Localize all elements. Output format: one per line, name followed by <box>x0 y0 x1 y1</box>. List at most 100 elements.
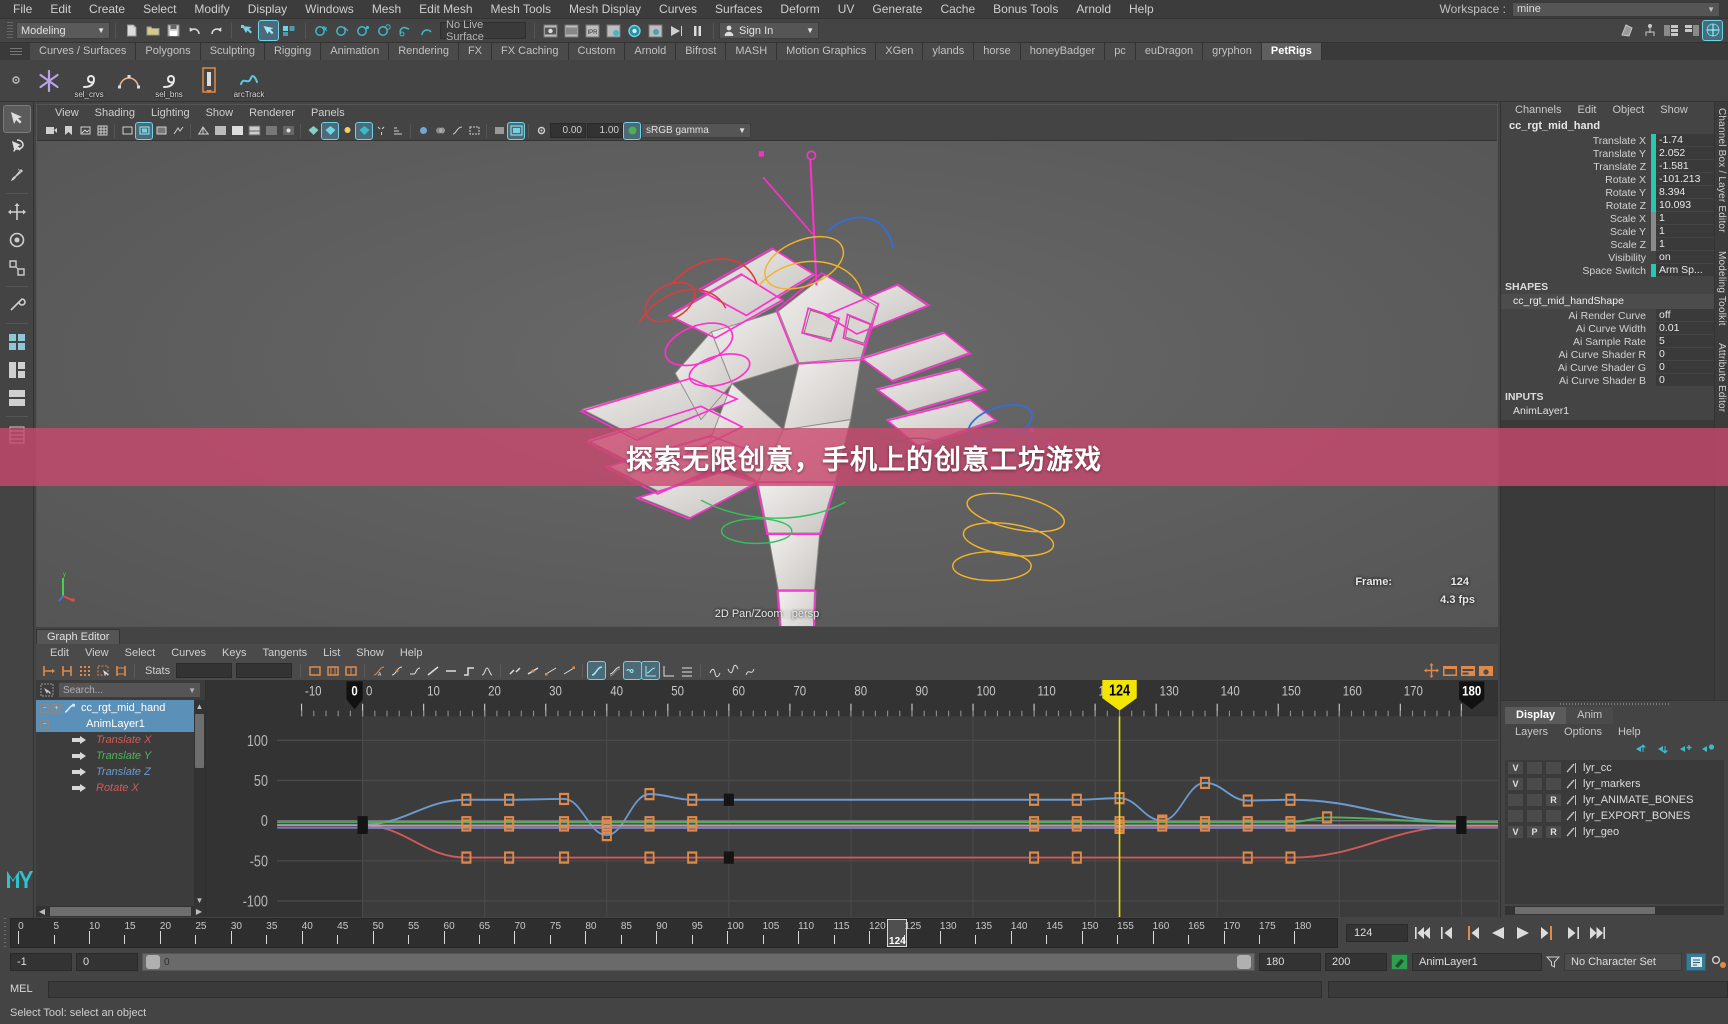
shelf-tab-horse[interactable]: horse <box>974 43 1021 60</box>
channel-box-shape-node[interactable]: cc_rgt_mid_handShape <box>1501 294 1714 309</box>
expand-icon[interactable]: + <box>52 703 61 713</box>
ge-camera-icon[interactable] <box>1477 662 1494 679</box>
layer-visibility-toggle[interactable] <box>1507 793 1524 807</box>
ge-menu-show[interactable]: Show <box>348 647 392 659</box>
channel-value[interactable]: off <box>1656 309 1714 322</box>
menu-create[interactable]: Create <box>80 0 134 19</box>
channel-value[interactable]: 10.093 <box>1656 199 1714 212</box>
film-gate-icon[interactable] <box>119 123 135 139</box>
command-output-field[interactable] <box>1328 980 1728 998</box>
rotate-tool-button[interactable] <box>4 227 30 253</box>
ge-move-tool-icon[interactable] <box>1423 662 1440 679</box>
animation-preferences-gear-icon[interactable] <box>1710 954 1728 970</box>
channel-value[interactable]: 2.052 <box>1656 147 1714 160</box>
use-default-material-icon[interactable] <box>305 123 321 139</box>
lighting-icon[interactable] <box>339 123 355 139</box>
vtab-attribute-editor[interactable]: Attribute Editor <box>1716 343 1727 412</box>
anim-end-field[interactable]: 180 <box>1259 953 1321 971</box>
outliner-vertical-scrollbar[interactable]: ▲ ▼ <box>194 700 205 906</box>
move-layer-down-icon[interactable] <box>1658 743 1672 755</box>
workspace-select[interactable]: mine ▼ <box>1512 1 1720 17</box>
gamma-value-field[interactable]: 1.00 <box>587 123 623 138</box>
shelf-button-star[interactable] <box>30 62 68 100</box>
ge-menu-tangents[interactable]: Tangents <box>255 647 316 659</box>
tree-row-object[interactable]: − + cc_rgt_mid_hand <box>36 700 205 716</box>
toolbar-grip[interactable] <box>7 21 13 40</box>
menu-select[interactable]: Select <box>134 0 185 19</box>
shelf-button-arc[interactable] <box>110 62 148 100</box>
layer-menu-layers[interactable]: Layers <box>1507 726 1556 738</box>
channel-value[interactable]: 1 <box>1656 225 1714 238</box>
layer-name[interactable]: lyr_markers <box>1580 778 1640 790</box>
layer-name[interactable]: lyr_geo <box>1580 826 1619 838</box>
channel-row[interactable]: Visibility on <box>1501 251 1714 264</box>
unify-tangents-icon[interactable] <box>524 662 541 679</box>
snap-magnet-icon[interactable] <box>417 21 436 40</box>
layer-reference-toggle[interactable]: R <box>1545 825 1562 839</box>
new-layer-from-selected-icon[interactable] <box>1702 743 1716 755</box>
channel-row[interactable]: Rotate X -101.213 <box>1501 173 1714 186</box>
textured-icon[interactable] <box>321 121 339 140</box>
bookmark-icon[interactable] <box>60 123 76 139</box>
gamma-correct-icon[interactable] <box>449 123 465 139</box>
channel-row[interactable]: Scale X 1 <box>1501 212 1714 225</box>
collapse-icon[interactable]: − <box>40 703 49 713</box>
shelf-tab-gryphon[interactable]: gryphon <box>1203 43 1262 60</box>
channel-row[interactable]: Ai Curve Shader R 0 <box>1501 348 1714 361</box>
gate-mask-icon[interactable] <box>153 123 169 139</box>
go-to-start-button[interactable] <box>1412 923 1433 943</box>
step-tangent-icon[interactable] <box>460 662 477 679</box>
last-tool-button[interactable] <box>4 292 30 318</box>
normalized-curve-display-icon[interactable] <box>641 661 661 680</box>
layer-color-swatch[interactable] <box>1564 777 1578 791</box>
motion-blur-icon[interactable] <box>390 123 406 139</box>
layer-color-swatch[interactable] <box>1564 825 1578 839</box>
menu-edit-mesh[interactable]: Edit Mesh <box>410 0 481 19</box>
ge-menu-select[interactable]: Select <box>117 647 164 659</box>
shaded-icon[interactable] <box>212 123 228 139</box>
display-layer-list[interactable]: V lyr_cc V lyr_markers R lyr_ANIMATE_BON… <box>1505 760 1724 904</box>
center-current-time-icon[interactable] <box>342 662 359 679</box>
layer-row[interactable]: V lyr_markers <box>1505 776 1724 792</box>
show-hide-attribute-editor-icon[interactable] <box>1661 21 1680 40</box>
layer-name[interactable]: lyr_ANIMATE_BONES <box>1580 794 1693 806</box>
scroll-down-icon[interactable]: ▼ <box>194 894 205 906</box>
infinity-toggle-icon[interactable] <box>623 661 643 680</box>
clamped-tangent-icon[interactable] <box>406 662 423 679</box>
scrollbar-thumb[interactable] <box>50 907 191 916</box>
layer-tab-display[interactable]: Display <box>1505 707 1567 724</box>
shelf-tab-honeybadger[interactable]: honeyBadger <box>1020 43 1106 60</box>
range-right-handle[interactable] <box>1237 955 1251 969</box>
next-key-button[interactable] <box>1537 923 1558 943</box>
lock-tangent-weight-icon[interactable] <box>560 662 577 679</box>
channel-row[interactable]: Ai Curve Shader G 0 <box>1501 361 1714 374</box>
layer-reference-toggle[interactable] <box>1545 761 1562 775</box>
menu-curves[interactable]: Curves <box>650 0 706 19</box>
color-management-icon[interactable] <box>623 121 641 140</box>
select-camera-icon[interactable] <box>43 123 59 139</box>
ge-menu-view[interactable]: View <box>77 647 117 659</box>
render-settings-icon[interactable] <box>604 21 623 40</box>
layer-visibility-toggle[interactable]: V <box>1507 761 1524 775</box>
shelf-tab-polygons[interactable]: Polygons <box>136 43 201 60</box>
ge-menu-keys[interactable]: Keys <box>214 647 254 659</box>
tree-row-animlayer[interactable]: − AnimLayer1 <box>36 716 205 732</box>
pause-icon[interactable] <box>688 21 707 40</box>
channel-value[interactable]: -101.213 <box>1656 173 1714 186</box>
scroll-up-icon[interactable]: ▲ <box>194 700 205 712</box>
layer-row[interactable]: R lyr_ANIMATE_BONES <box>1505 792 1724 808</box>
buffer-curve-snapshot-icon[interactable] <box>587 661 607 680</box>
swap-buffer-curve-icon[interactable] <box>606 662 623 679</box>
ge-menu-curves[interactable]: Curves <box>163 647 214 659</box>
shadows-icon[interactable] <box>355 121 373 140</box>
channel-row[interactable]: Ai Render Curve off <box>1501 309 1714 322</box>
play-forwards-button[interactable] <box>1512 923 1533 943</box>
select-by-object-icon[interactable] <box>258 20 279 41</box>
isolate-select-icon[interactable] <box>466 123 482 139</box>
exposure-gamma-toggle-icon[interactable] <box>507 121 525 140</box>
menu-deform[interactable]: Deform <box>771 0 828 19</box>
menu-mesh-display[interactable]: Mesh Display <box>560 0 650 19</box>
persp-outliner-layout-button[interactable] <box>4 357 30 383</box>
channel-value[interactable]: on <box>1656 251 1714 264</box>
exposure-icon[interactable] <box>170 123 186 139</box>
